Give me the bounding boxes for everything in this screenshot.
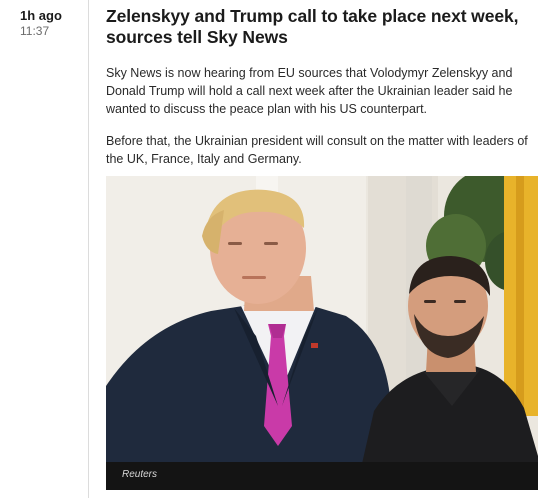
timeline-divider xyxy=(88,0,89,498)
photo-illustration xyxy=(106,176,538,490)
post-paragraph-1: Sky News is now hearing from EU sources … xyxy=(106,66,513,116)
time-clock-label: 11:37 xyxy=(20,24,50,38)
post-headline: Zelenskyy and Trump call to take place n… xyxy=(106,6,519,47)
time-ago-label: 1h ago xyxy=(20,8,62,23)
photo-caption-bar: Reuters xyxy=(106,462,538,490)
post-paragraph-2: Before that, the Ukrainian president wil… xyxy=(106,134,528,166)
live-blog-entry: Zelenskyy and Trump call to take place n… xyxy=(106,6,538,168)
photo-credit: Reuters xyxy=(122,469,158,480)
post-photo[interactable]: Reuters xyxy=(106,176,538,490)
post-timestamp: 1h ago 11:37 xyxy=(20,8,62,39)
